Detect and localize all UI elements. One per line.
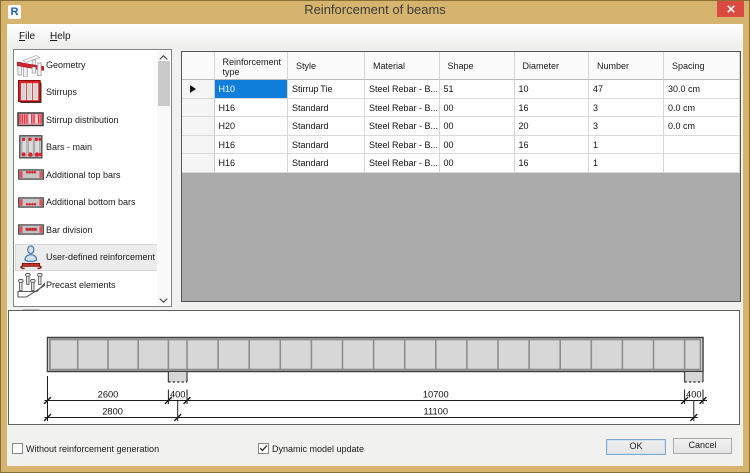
svg-text:400: 400	[170, 389, 186, 399]
svg-text:2800: 2800	[102, 406, 123, 416]
svg-text:400: 400	[686, 389, 702, 399]
svg-text:10700: 10700	[423, 389, 449, 399]
svg-text:2600: 2600	[98, 389, 119, 399]
svg-text:11100: 11100	[424, 406, 448, 416]
